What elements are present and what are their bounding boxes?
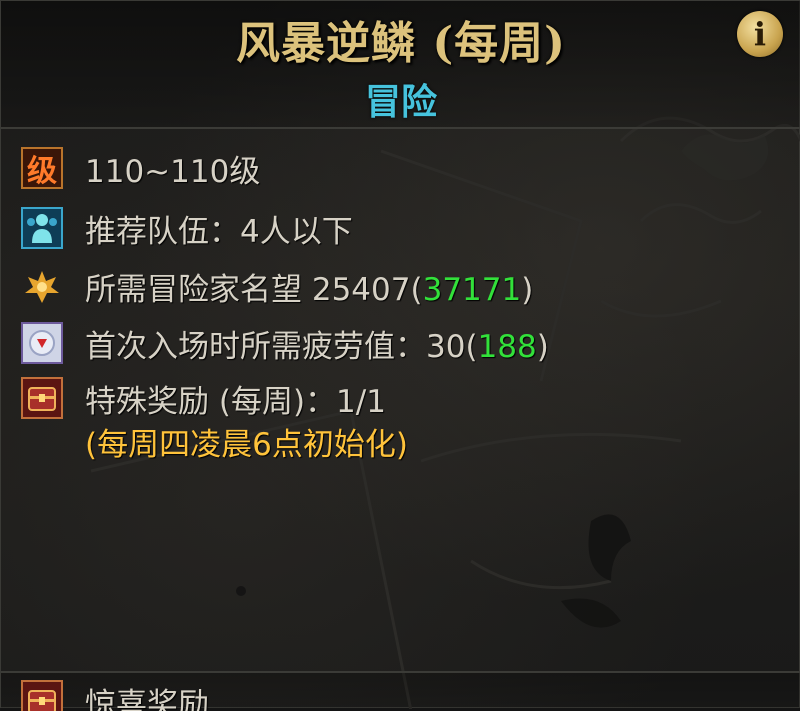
fatigue-requirement-text: 首次入场时所需疲劳值：30(188): [85, 321, 549, 366]
fatigue-label: 首次入场时所需疲劳值：30: [85, 329, 465, 365]
fatigue-current-value: 188: [478, 329, 537, 365]
recommended-party-row: 推荐队伍：4人以下: [21, 204, 353, 252]
fame-paren-close: ): [521, 272, 533, 308]
fatigue-requirement-row: 首次入场时所需疲劳值：30(188): [21, 319, 549, 367]
fatigue-icon: [21, 322, 63, 364]
surprise-reward-text: 惊喜奖励: [85, 679, 209, 711]
special-reward-text: 特殊奖励 (每周)：1/1: [85, 376, 386, 421]
chest-icon: [21, 680, 63, 711]
fame-paren-open: (: [410, 272, 422, 308]
chest-icon: [21, 377, 63, 419]
reward-reset-note: (每周四凌晨6点初始化): [85, 419, 408, 464]
dungeon-info-panel: 风暴逆鳞 (每周) 冒险 i 级 110~110级 推荐队伍：4人以下 所需冒险…: [0, 0, 800, 708]
panel-footer: 惊喜奖励: [1, 671, 800, 711]
level-range-row: 级 110~110级: [21, 144, 260, 192]
level-icon: 级: [21, 147, 63, 189]
fame-value: 25407: [302, 272, 410, 308]
fame-label: 所需冒险家名望: [85, 272, 302, 308]
dungeon-type-label: 冒险: [1, 73, 800, 125]
fame-requirement-row: 所需冒险家名望 25407(37171): [21, 262, 533, 310]
fame-requirement-text: 所需冒险家名望 25407(37171): [85, 264, 533, 309]
team-icon: [21, 207, 63, 249]
info-icon[interactable]: i: [737, 11, 783, 57]
fame-icon: [21, 265, 63, 307]
panel-header: 风暴逆鳞 (每周) 冒险 i: [1, 1, 800, 129]
fatigue-paren-close: ): [537, 329, 549, 365]
level-range-text: 110~110级: [85, 146, 260, 191]
special-reward-row: 特殊奖励 (每周)：1/1: [21, 374, 386, 422]
recommended-party-text: 推荐队伍：4人以下: [85, 206, 353, 251]
surprise-reward-row: 惊喜奖励: [21, 677, 209, 711]
fame-current-value: 37171: [423, 272, 522, 308]
fatigue-paren-open: (: [465, 329, 477, 365]
dungeon-title: 风暴逆鳞 (每周): [1, 7, 800, 71]
